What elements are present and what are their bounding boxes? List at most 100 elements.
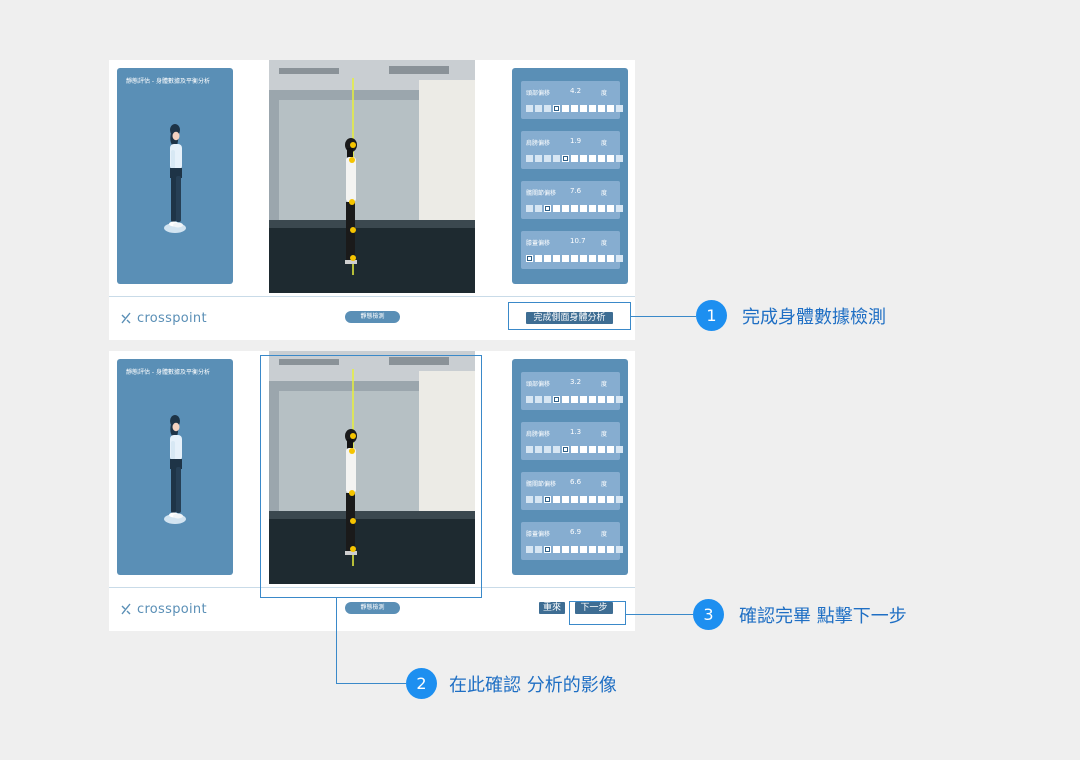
metric-value: 1.3	[570, 428, 582, 436]
scale-cell	[598, 546, 605, 553]
scale-cell	[607, 496, 614, 503]
scale-cell	[580, 446, 587, 453]
crosspoint-logo-icon	[121, 312, 131, 324]
person-avatar-icon	[164, 124, 186, 233]
callout-1: 1 完成身體數據檢測	[696, 300, 886, 331]
scale-cell	[607, 396, 614, 403]
metric-label: 髖關節偏移	[526, 481, 557, 488]
panel-title: 靜態評估 - 身體數據及平衡分析	[126, 369, 210, 376]
person-avatar-icon	[164, 415, 186, 524]
scale-cell	[589, 205, 596, 212]
scale-cell	[553, 446, 560, 453]
analysis-screen-1: 靜態評估 - 身體數據及平衡分析 頭部偏移 4.2 度 肩膀偏移 1.9 度 髖…	[109, 60, 635, 340]
scale-cell	[553, 205, 560, 212]
connector-line-2-horizontal	[336, 683, 406, 684]
metric-unit: 度	[601, 381, 608, 388]
metric-value: 10.7	[570, 237, 586, 245]
deviation-scale	[526, 546, 623, 554]
scale-cell	[598, 105, 605, 112]
brand: crosspoint	[121, 601, 207, 617]
scale-cell	[616, 396, 623, 403]
scale-cell	[544, 496, 551, 503]
scale-cell	[571, 155, 578, 162]
scale-cell	[607, 105, 614, 112]
scale-cell	[544, 446, 551, 453]
scale-cell	[526, 446, 533, 453]
scale-cell	[589, 105, 596, 112]
camera-image	[269, 60, 475, 293]
metric-value: 4.2	[570, 87, 582, 95]
scale-cell	[562, 155, 569, 162]
callout-text: 確認完畢 點擊下一步	[739, 605, 907, 627]
scale-cell	[535, 155, 542, 162]
avatar-panel: 靜態評估 - 身體數據及平衡分析	[117, 359, 233, 575]
scale-cell	[535, 105, 542, 112]
metric-head: 頭部偏移 4.2 度	[521, 81, 623, 119]
brand-name: crosspoint	[137, 601, 207, 617]
scale-cell	[553, 396, 560, 403]
metrics-panel: 頭部偏移 4.2 度 肩膀偏移 1.9 度 髖關節偏移 7.6 度 膝蓋偏移 1…	[512, 68, 628, 284]
scale-cell	[562, 205, 569, 212]
scale-cell	[589, 496, 596, 503]
scale-cell	[544, 205, 551, 212]
metric-knee: 膝蓋偏移 10.7 度	[521, 231, 623, 269]
scale-cell	[598, 396, 605, 403]
scale-cell	[598, 496, 605, 503]
highlight-camera-image	[260, 355, 482, 598]
scale-cell	[526, 546, 533, 553]
metric-value: 3.2	[570, 378, 582, 386]
metric-value: 1.9	[570, 137, 582, 145]
metric-label: 肩膀偏移	[526, 431, 551, 438]
scale-cell	[526, 155, 533, 162]
retry-button[interactable]: 重來	[539, 602, 565, 614]
scale-cell	[535, 546, 542, 553]
deviation-scale	[526, 205, 623, 213]
scale-cell	[535, 255, 542, 262]
scale-cell	[580, 396, 587, 403]
deviation-scale	[526, 496, 623, 504]
metric-unit: 度	[601, 140, 608, 147]
panel-title: 靜態評估 - 身體數據及平衡分析	[126, 78, 210, 85]
scale-cell	[562, 546, 569, 553]
metric-label: 膝蓋偏移	[526, 240, 551, 247]
metric-unit: 度	[601, 531, 608, 538]
scale-cell	[544, 105, 551, 112]
metric-value: 7.6	[570, 187, 582, 195]
brand-name: crosspoint	[137, 310, 207, 326]
deviation-scale	[526, 446, 623, 454]
scale-cell	[571, 396, 578, 403]
scale-cell	[544, 255, 551, 262]
metric-label: 膝蓋偏移	[526, 531, 551, 538]
scale-cell	[544, 396, 551, 403]
scale-cell	[571, 546, 578, 553]
scale-cell	[535, 446, 542, 453]
scale-cell	[553, 496, 560, 503]
callout-2: 2 在此確認 分析的影像	[406, 668, 617, 699]
scale-cell	[553, 546, 560, 553]
scale-cell	[562, 396, 569, 403]
metric-shoulder: 肩膀偏移 1.9 度	[521, 131, 623, 169]
metric-unit: 度	[601, 240, 608, 247]
callout-3: 3 確認完畢 點擊下一步	[693, 599, 907, 630]
metric-unit: 度	[601, 190, 608, 197]
metric-unit: 度	[601, 90, 608, 97]
scale-cell	[562, 255, 569, 262]
scale-cell	[616, 496, 623, 503]
metric-unit: 度	[601, 431, 608, 438]
scale-cell	[526, 496, 533, 503]
connector-line-2-vertical	[336, 598, 337, 683]
callout-text: 在此確認 分析的影像	[449, 674, 617, 696]
metric-label: 肩膀偏移	[526, 140, 551, 147]
scale-cell	[535, 396, 542, 403]
crosspoint-logo-icon	[121, 603, 131, 615]
metrics-panel: 頭部偏移 3.2 度 肩膀偏移 1.3 度 髖關節偏移 6.6 度 膝蓋偏移 6…	[512, 359, 628, 575]
scale-cell	[580, 205, 587, 212]
mode-pill: 靜態檢測	[345, 602, 400, 614]
scale-cell	[553, 105, 560, 112]
scale-cell	[526, 105, 533, 112]
scale-cell	[598, 255, 605, 262]
scale-cell	[589, 546, 596, 553]
metric-unit: 度	[601, 481, 608, 488]
avatar-panel: 靜態評估 - 身體數據及平衡分析	[117, 68, 233, 284]
scale-cell	[580, 105, 587, 112]
